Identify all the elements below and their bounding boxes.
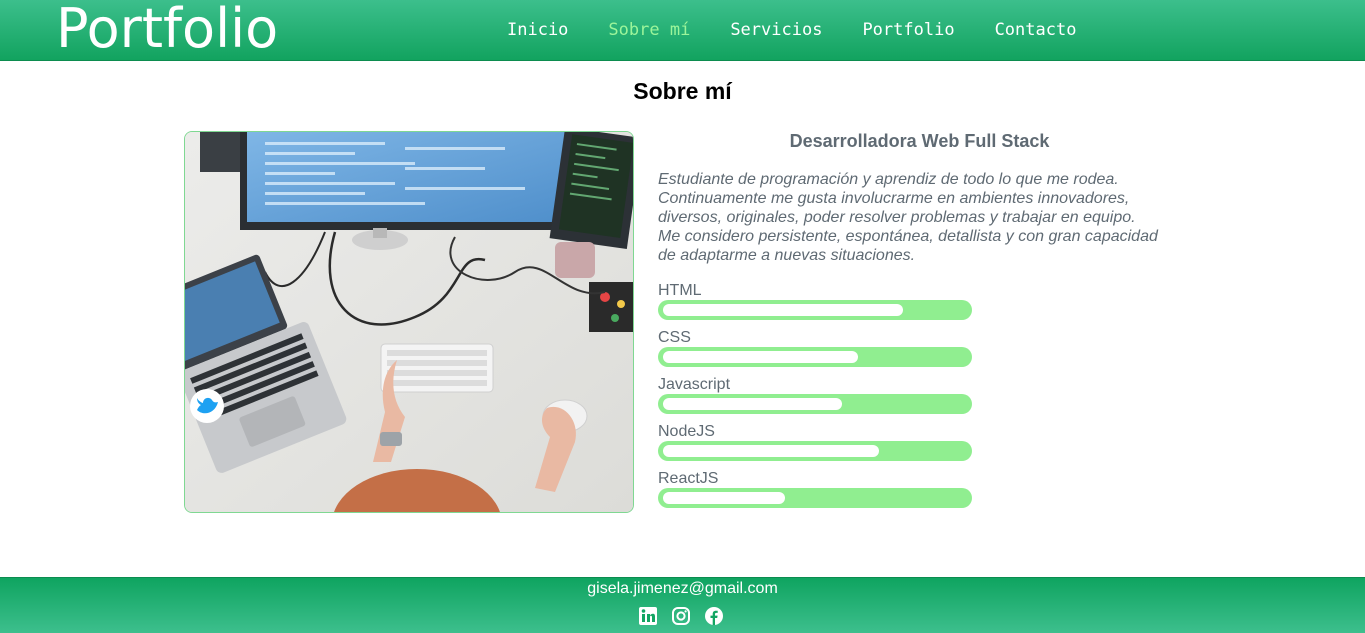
instagram-icon[interactable] <box>671 606 691 626</box>
workspace-photo <box>184 131 634 513</box>
skill-label: HTML <box>658 282 702 299</box>
skill-bar <box>658 441 972 461</box>
skill-label: ReactJS <box>658 470 719 487</box>
skill-label: NodeJS <box>658 423 715 440</box>
nav-link-inicio[interactable]: Inicio <box>507 18 568 42</box>
skill-bar <box>658 394 972 414</box>
skill-item: NodeJS <box>658 422 972 469</box>
facebook-icon[interactable] <box>704 606 724 626</box>
workspace-illustration <box>185 132 633 512</box>
skill-item: Javascript <box>658 375 972 422</box>
skills-list: HTML CSS Javascript NodeJS ReactJS <box>658 281 972 516</box>
contact-email[interactable]: gisela.jimenez@gmail.com <box>0 580 1365 598</box>
site-logo[interactable]: Portfolio <box>56 0 278 64</box>
skill-bar-fill <box>663 445 879 457</box>
skill-bar-fill <box>663 304 903 316</box>
nav-link-portfolio[interactable]: Portfolio <box>862 18 954 42</box>
skill-item: HTML <box>658 281 972 328</box>
skill-bar-fill <box>663 492 785 504</box>
role-title: Desarrolladora Web Full Stack <box>789 131 1050 151</box>
skill-bar <box>658 347 972 367</box>
section-title: Sobre mí <box>633 78 732 104</box>
skill-bar-fill <box>663 351 858 363</box>
nav-link-contacto[interactable]: Contacto <box>995 18 1077 42</box>
skill-item: ReactJS <box>658 469 972 516</box>
main-nav: Inicio Sobre mí Servicios Portfolio Cont… <box>507 18 1116 42</box>
site-footer: gisela.jimenez@gmail.com <box>0 577 1365 633</box>
bio-text: Estudiante de programación y aprendiz de… <box>658 171 1158 264</box>
social-links <box>638 606 724 626</box>
skill-label: Javascript <box>658 376 731 393</box>
nav-link-servicios[interactable]: Servicios <box>730 18 822 42</box>
skill-bar-fill <box>663 398 842 410</box>
site-header: Portfolio Inicio Sobre mí Servicios Port… <box>0 0 1365 61</box>
skill-bar <box>658 300 972 320</box>
skill-bar <box>658 488 972 508</box>
skill-label: CSS <box>658 329 691 346</box>
nav-link-sobre-mi[interactable]: Sobre mí <box>608 18 690 42</box>
linkedin-icon[interactable] <box>638 606 658 626</box>
skill-item: CSS <box>658 328 972 375</box>
